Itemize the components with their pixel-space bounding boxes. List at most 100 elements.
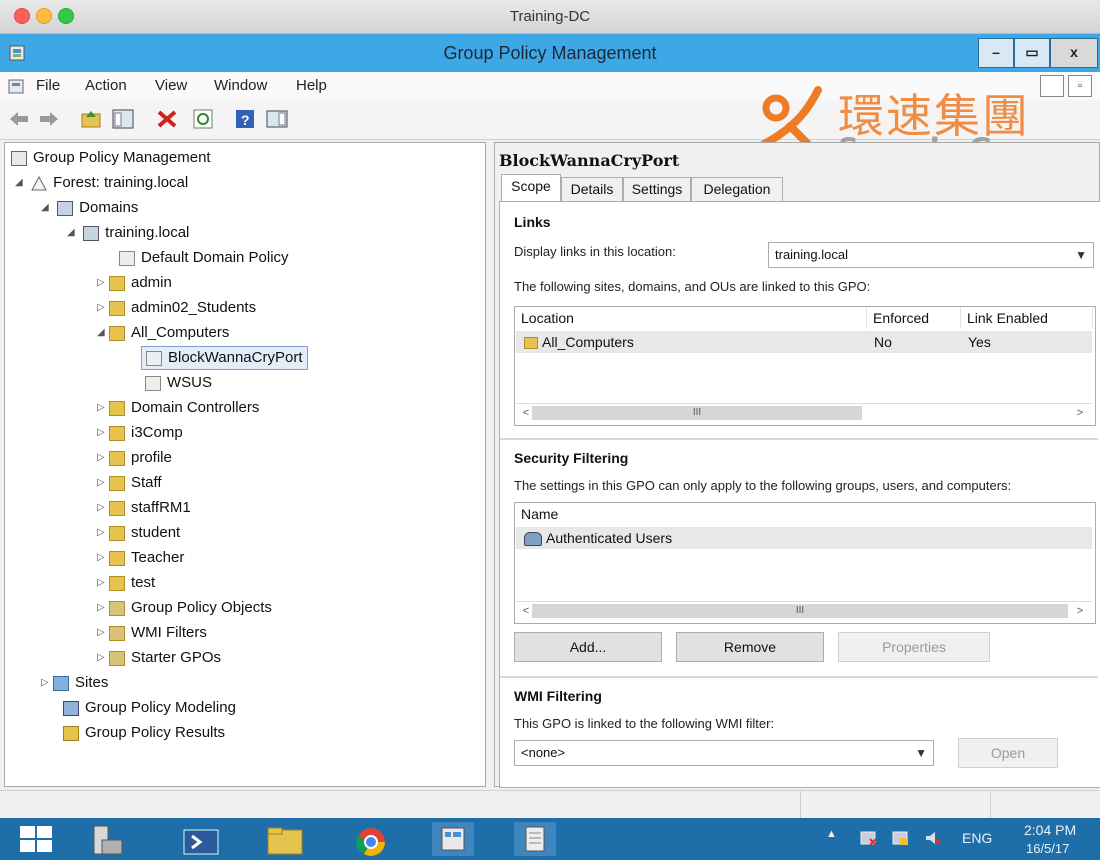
expand-icon[interactable]: ▷ — [97, 522, 109, 544]
expand-icon[interactable]: ▷ — [97, 472, 109, 494]
properties-button[interactable]: Properties — [838, 632, 990, 662]
security-list[interactable]: Name Authenticated Users < III > — [514, 502, 1096, 624]
tray-volume-icon[interactable] — [924, 830, 942, 846]
column-location[interactable]: Location — [515, 307, 867, 329]
scroll-right-arrow[interactable]: > — [1072, 404, 1088, 422]
clock-time[interactable]: 2:04 PM — [1024, 822, 1076, 838]
tab-scope[interactable]: Scope — [501, 174, 561, 203]
security-hscrollbar[interactable]: < III > — [516, 601, 1092, 620]
menu-help[interactable]: Help — [296, 77, 327, 94]
language-indicator[interactable]: ENG — [962, 830, 992, 846]
tree-domains[interactable]: ◢ Domains — [41, 197, 138, 219]
link-row[interactable]: All_Computers No Yes — [516, 331, 1092, 353]
collapse-icon[interactable]: ◢ — [41, 197, 53, 219]
tree-wmi-filters[interactable]: ▷ WMI Filters — [97, 622, 207, 644]
tree-starter-gpos[interactable]: ▷ Starter GPOs — [97, 647, 221, 669]
security-row[interactable]: Authenticated Users — [516, 527, 1092, 549]
start-windows-icon[interactable] — [14, 822, 60, 856]
tab-settings[interactable]: Settings — [623, 177, 691, 202]
scroll-thumb[interactable]: III — [532, 604, 1068, 618]
scroll-thumb[interactable]: III — [532, 406, 862, 420]
close-button[interactable]: x — [1050, 38, 1098, 68]
tree-sites[interactable]: ▷ Sites — [41, 672, 108, 694]
links-list[interactable]: Location Enforced Link Enabled All_Compu… — [514, 306, 1096, 426]
scroll-right-arrow[interactable]: > — [1072, 602, 1088, 620]
tray-network-icon[interactable] — [860, 830, 878, 846]
forward-icon[interactable] — [38, 108, 60, 130]
expand-icon[interactable]: ▷ — [97, 572, 109, 594]
tree-ou-admin02-students[interactable]: ▷ admin02_Students — [97, 297, 256, 319]
links-location-dropdown[interactable]: training.local ▼ — [768, 242, 1094, 268]
tree-ou-teacher[interactable]: ▷ Teacher — [97, 547, 184, 569]
maximize-button[interactable]: ▭ — [1014, 38, 1050, 68]
powershell-icon[interactable] — [178, 822, 224, 856]
delete-icon[interactable] — [156, 108, 178, 130]
section-divider — [500, 438, 1098, 440]
tree-ou-admin[interactable]: ▷ admin — [97, 272, 172, 294]
chrome-icon[interactable] — [348, 822, 394, 856]
menu-window[interactable]: Window — [214, 77, 267, 94]
tree-gpo-blockwannacryport[interactable]: BlockWannaCryPort — [141, 346, 308, 370]
tree-ou-i3comp[interactable]: ▷ i3Comp — [97, 422, 183, 444]
column-enforced[interactable]: Enforced — [867, 307, 961, 329]
collapse-icon[interactable]: ◢ — [15, 172, 27, 194]
wmi-filter-dropdown[interactable]: <none> ▼ — [514, 740, 934, 766]
expand-icon[interactable]: ▷ — [97, 422, 109, 444]
expand-icon[interactable]: ▷ — [97, 397, 109, 419]
tree-ou-profile[interactable]: ▷ profile — [97, 447, 172, 469]
links-hscrollbar[interactable]: < III > — [516, 403, 1092, 422]
show-hide-tree-icon[interactable] — [112, 108, 134, 130]
expand-icon[interactable]: ▷ — [97, 647, 109, 669]
tree-domain-training-local[interactable]: ◢ training.local — [67, 222, 189, 244]
gpm-taskbar-icon[interactable] — [430, 822, 476, 856]
add-button[interactable]: Add... — [514, 632, 662, 662]
help-icon[interactable]: ? — [234, 108, 256, 130]
file-explorer-icon[interactable] — [262, 822, 308, 856]
expand-icon[interactable]: ▷ — [97, 447, 109, 469]
tree-ou-domain-controllers[interactable]: ▷ Domain Controllers — [97, 397, 259, 419]
up-folder-icon[interactable] — [80, 108, 102, 130]
open-button[interactable]: Open — [958, 738, 1058, 768]
tree-gp-modeling[interactable]: Group Policy Modeling — [63, 697, 236, 719]
tray-overflow-icon[interactable]: ▲ — [826, 828, 837, 840]
tree-ou-all-computers[interactable]: ◢ All_Computers — [97, 322, 229, 344]
tree-root[interactable]: Group Policy Management — [11, 147, 211, 169]
expand-icon[interactable]: ▷ — [97, 597, 109, 619]
tab-delegation[interactable]: Delegation — [691, 177, 783, 202]
menu-view[interactable]: View — [155, 77, 187, 94]
tree-ou-test[interactable]: ▷ test — [97, 572, 155, 594]
server-manager-icon[interactable] — [84, 822, 130, 856]
expand-icon[interactable]: ▷ — [97, 297, 109, 319]
collapse-icon[interactable]: ◢ — [67, 222, 79, 244]
column-name[interactable]: Name — [515, 503, 1093, 525]
tree-ou-staffrm1[interactable]: ▷ staffRM1 — [97, 497, 191, 519]
tree-gp-results[interactable]: Group Policy Results — [63, 722, 225, 744]
tree-forest[interactable]: ◢ Forest: training.local — [15, 172, 188, 194]
back-icon[interactable] — [8, 108, 30, 130]
console-tree[interactable]: Group Policy Management ◢ Forest: traini… — [4, 142, 486, 787]
expand-icon[interactable]: ▷ — [97, 272, 109, 294]
minimize-button[interactable]: – — [978, 38, 1014, 68]
refresh-icon[interactable] — [192, 108, 214, 130]
tree-default-domain-policy[interactable]: Default Domain Policy — [119, 247, 289, 269]
menu-file[interactable]: File — [36, 77, 60, 94]
action-pane-icon[interactable] — [266, 108, 288, 130]
column-link-enabled[interactable]: Link Enabled — [961, 307, 1093, 329]
tree-ou-staff[interactable]: ▷ Staff — [97, 472, 162, 494]
gpo-editor-taskbar-icon[interactable] — [512, 822, 558, 856]
tree-group-policy-objects[interactable]: ▷ Group Policy Objects — [97, 597, 272, 619]
collapse-icon[interactable]: ◢ — [97, 322, 109, 344]
expand-icon[interactable]: ▷ — [97, 547, 109, 569]
clock-date[interactable]: 16/5/17 — [1026, 841, 1069, 856]
expand-icon[interactable]: ▷ — [97, 497, 109, 519]
tray-flag-icon[interactable] — [892, 830, 910, 846]
child-restore-button[interactable]: ▫ — [1068, 75, 1092, 97]
remove-button[interactable]: Remove — [676, 632, 824, 662]
tab-details[interactable]: Details — [561, 177, 623, 202]
menu-action[interactable]: Action — [85, 77, 127, 94]
child-minimize-button[interactable] — [1040, 75, 1064, 97]
tree-gpo-wsus[interactable]: WSUS — [145, 372, 212, 394]
expand-icon[interactable]: ▷ — [41, 672, 53, 694]
expand-icon[interactable]: ▷ — [97, 622, 109, 644]
tree-ou-student[interactable]: ▷ student — [97, 522, 180, 544]
